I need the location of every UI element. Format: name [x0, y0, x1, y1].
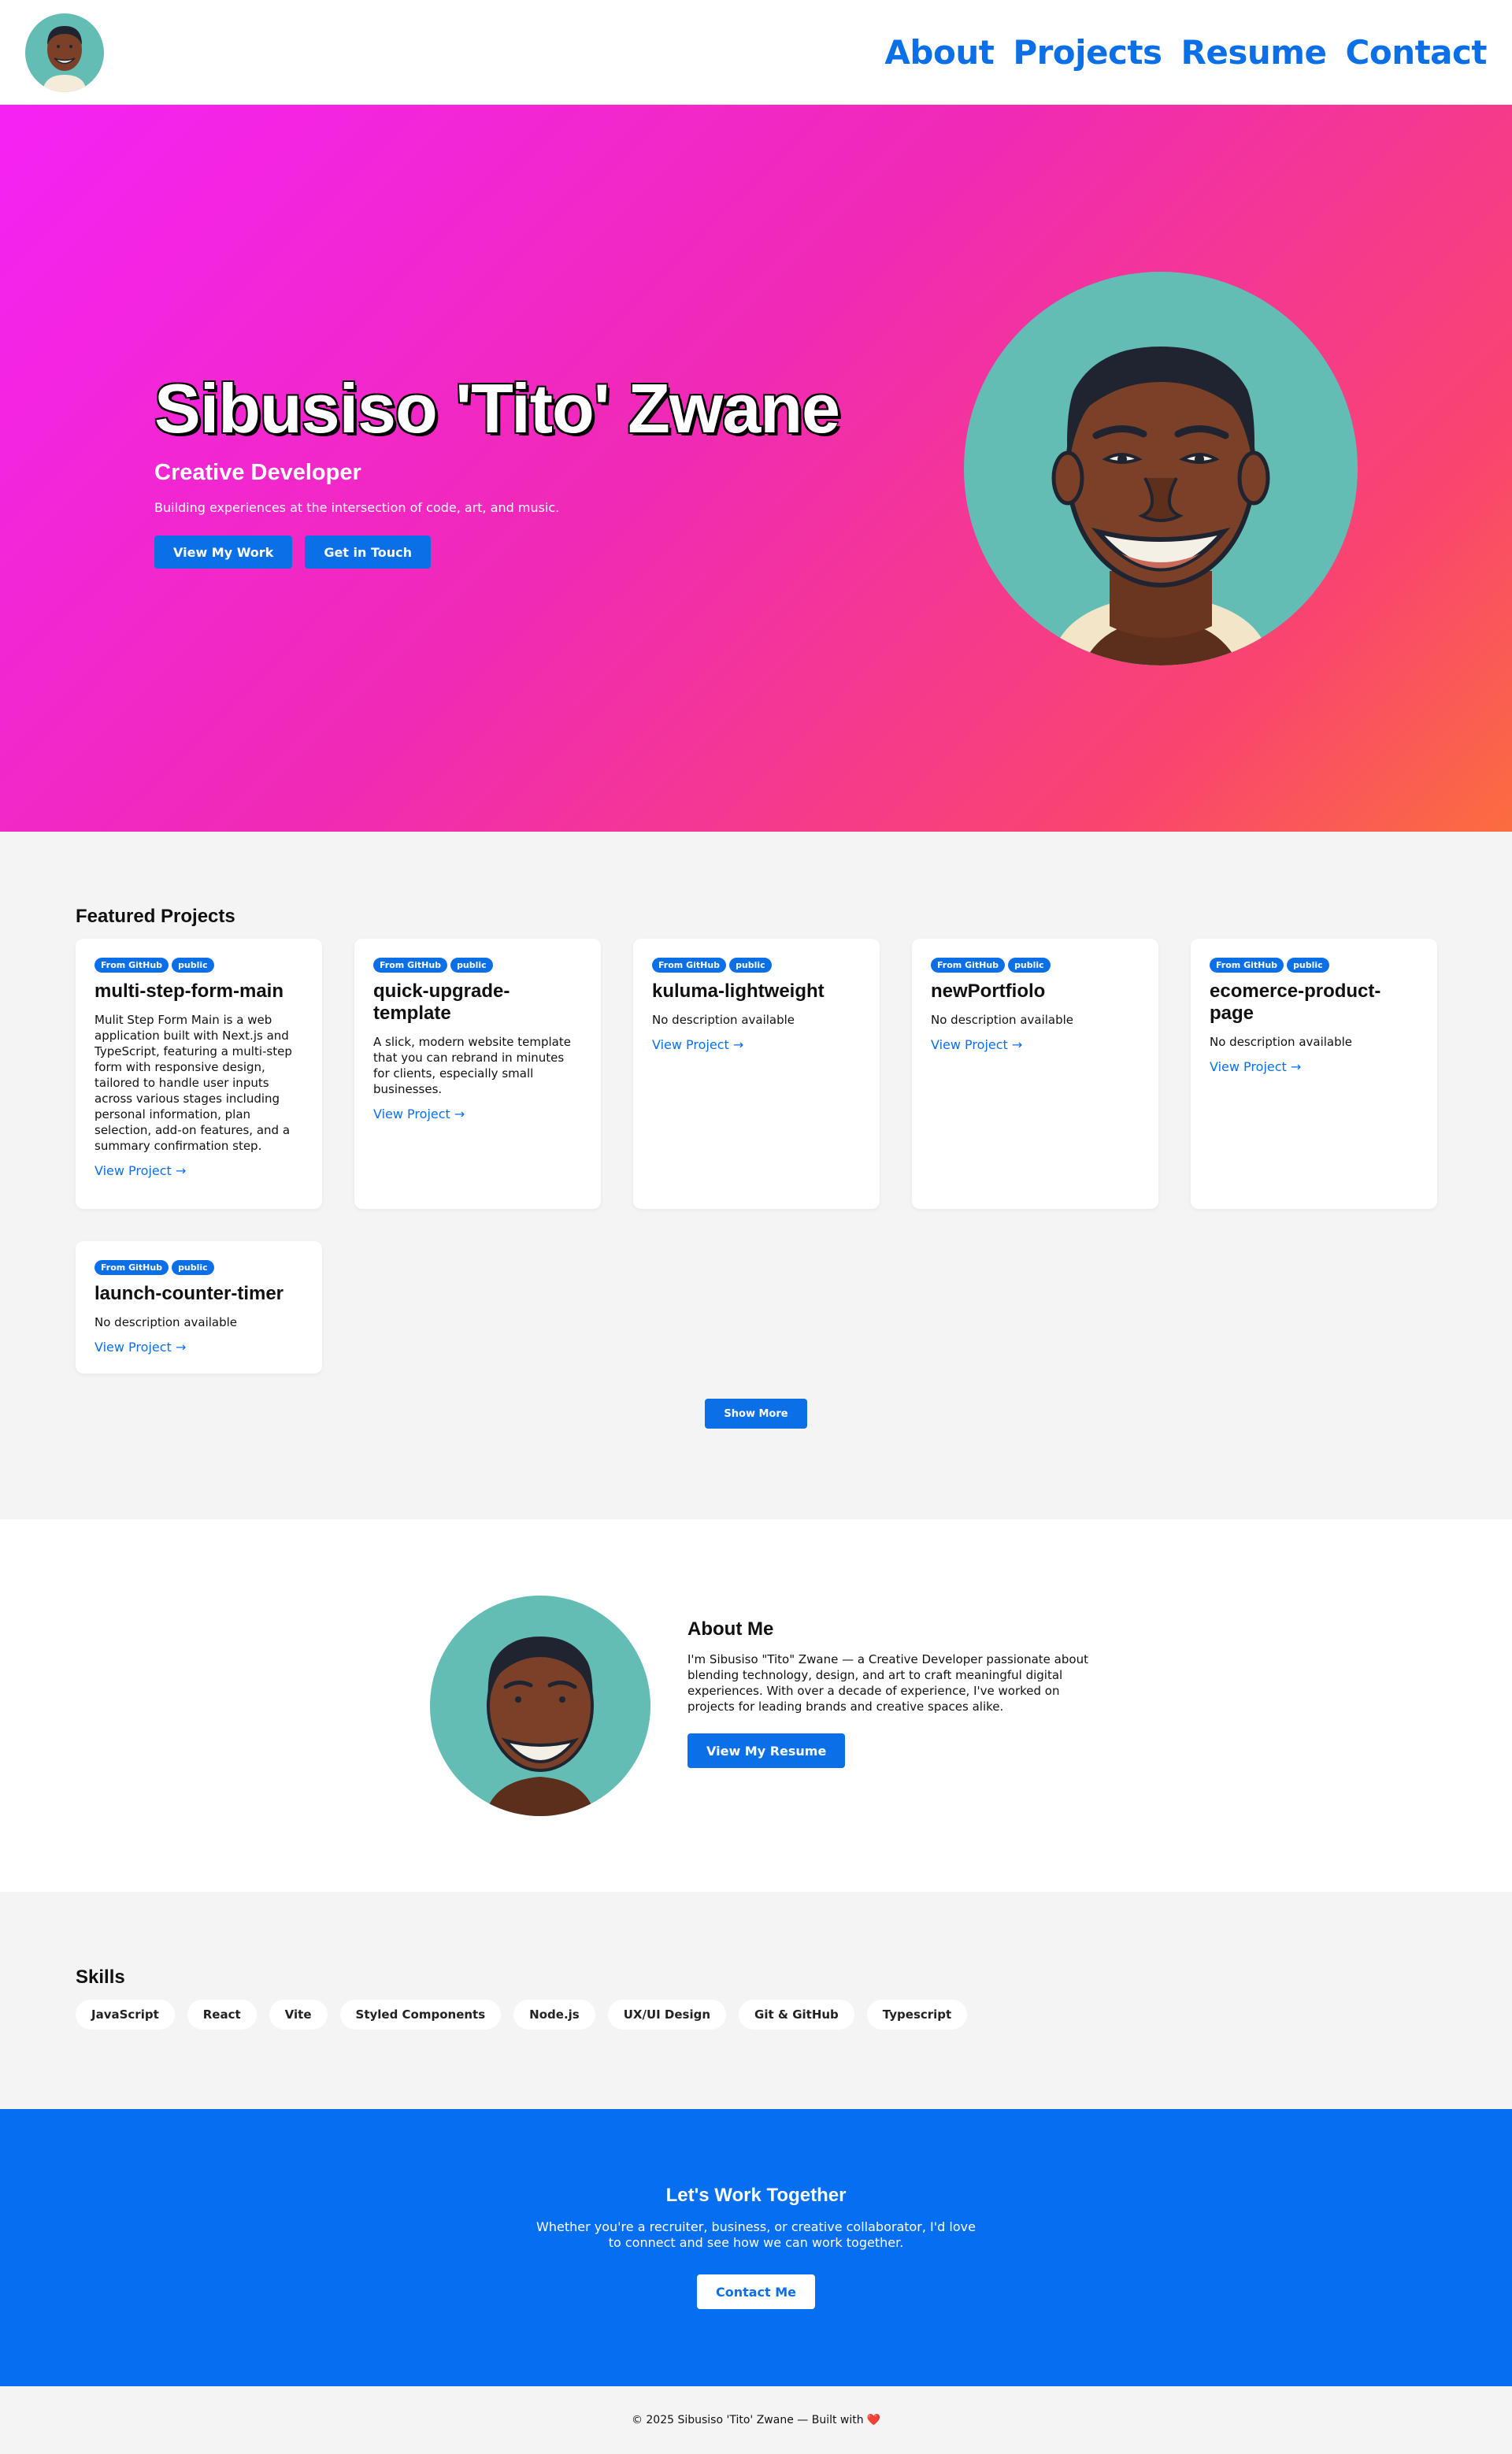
- get-in-touch-button[interactable]: Get in Touch: [305, 536, 432, 569]
- project-card: From GitHub public kuluma-lightweight No…: [633, 939, 880, 1209]
- project-description: A slick, modern website template that yo…: [373, 1035, 571, 1096]
- github-badge: From GitHub: [652, 958, 727, 973]
- portrait-illustration-icon: [430, 1596, 650, 1816]
- project-title: quick-upgrade-template: [373, 980, 510, 1024]
- project-card: From GitHub public multi-step-form-main …: [76, 939, 322, 1209]
- skill-chip: Typescript: [866, 2000, 968, 2030]
- hero-text: Sibusiso 'Tito' Zwane Creative Developer…: [154, 369, 863, 569]
- nav-link-projects[interactable]: Projects: [1013, 33, 1162, 72]
- view-my-work-button[interactable]: View My Work: [154, 536, 293, 569]
- skill-chip: Node.js: [513, 2000, 595, 2030]
- project-badges: From GitHub public: [373, 958, 582, 973]
- portrait-illustration-icon: [964, 272, 1358, 665]
- hero-buttons: View My Work Get in Touch: [154, 536, 863, 569]
- about-section: About Me I'm Sibusiso "Tito" Zwane — a C…: [0, 1519, 1512, 1892]
- github-badge: From GitHub: [1210, 958, 1284, 973]
- show-more-wrapper: Show More: [76, 1399, 1436, 1429]
- view-resume-button[interactable]: View My Resume: [687, 1733, 846, 1768]
- project-description: No description available: [652, 1013, 795, 1027]
- hero-section: Sibusiso 'Tito' Zwane Creative Developer…: [0, 105, 1512, 832]
- cta-text: Whether you're a recruiter, business, or…: [536, 2219, 976, 2250]
- contact-me-button[interactable]: Contact Me: [696, 2274, 816, 2309]
- skill-chip: JavaScript: [76, 2000, 175, 2030]
- projects-heading: Featured Projects: [76, 906, 235, 927]
- cta-section: Let's Work Together Whether you're a rec…: [0, 2109, 1512, 2386]
- public-badge: public: [172, 958, 214, 973]
- hero-tagline: Building experiences at the intersection…: [154, 500, 560, 515]
- public-badge: public: [1287, 958, 1329, 973]
- view-project-link[interactable]: View Project →: [931, 1037, 1022, 1052]
- project-card: From GitHub public ecomerce-product-page…: [1191, 939, 1437, 1209]
- show-more-button[interactable]: Show More: [705, 1399, 807, 1429]
- skill-chip: Styled Components: [339, 2000, 502, 2030]
- project-description: No description available: [1210, 1035, 1353, 1049]
- hero-portrait: [964, 272, 1358, 665]
- skill-chip: React: [187, 2000, 257, 2030]
- heart-icon: ❤️: [866, 2414, 881, 2426]
- nav-avatar-logo[interactable]: [25, 13, 104, 92]
- github-badge: From GitHub: [373, 958, 448, 973]
- about-title: About Me: [687, 1618, 774, 1640]
- skills-heading: Skills: [76, 1967, 125, 1988]
- view-project-link[interactable]: View Project →: [652, 1037, 743, 1052]
- project-description: No description available: [931, 1013, 1074, 1027]
- project-title: multi-step-form-main: [94, 980, 284, 1002]
- hero-role: Creative Developer: [154, 460, 361, 485]
- nav-link-about[interactable]: About: [884, 33, 994, 72]
- project-title: launch-counter-timer: [94, 1283, 284, 1304]
- project-description: No description available: [94, 1315, 238, 1329]
- avatar-icon: [25, 13, 104, 92]
- project-title: kuluma-lightweight: [652, 980, 825, 1002]
- cta-title: Let's Work Together: [665, 2185, 847, 2206]
- project-card: From GitHub public launch-counter-timer …: [76, 1241, 322, 1373]
- nav-links: About Projects Resume Contact: [884, 33, 1487, 72]
- about-portrait: [430, 1596, 650, 1816]
- project-title: ecomerce-product-page: [1210, 980, 1381, 1024]
- nav-link-contact[interactable]: Contact: [1346, 33, 1488, 72]
- project-badges: From GitHub public: [94, 1260, 303, 1275]
- skills-list: JavaScript React Vite Styled Components …: [76, 2000, 1436, 2030]
- hero-name: Sibusiso 'Tito' Zwane: [154, 369, 840, 447]
- about-text: About Me I'm Sibusiso "Tito" Zwane — a C…: [687, 1618, 1097, 1768]
- project-title: newPortfiolo: [931, 980, 1046, 1002]
- github-badge: From GitHub: [94, 958, 169, 973]
- skill-chip: Git & GitHub: [739, 2000, 854, 2030]
- view-project-link[interactable]: View Project →: [1210, 1059, 1301, 1074]
- view-project-link[interactable]: View Project →: [94, 1163, 186, 1178]
- public-badge: public: [450, 958, 493, 973]
- project-badges: From GitHub public: [1210, 958, 1418, 973]
- skills-section: Skills JavaScript React Vite Styled Comp…: [0, 1892, 1512, 2109]
- about-body: I'm Sibusiso "Tito" Zwane — a Creative D…: [687, 1652, 1088, 1714]
- footer: © 2025 Sibusiso 'Tito' Zwane — Built wit…: [0, 2386, 1512, 2454]
- nav-link-resume[interactable]: Resume: [1181, 33, 1327, 72]
- view-project-link[interactable]: View Project →: [373, 1107, 465, 1121]
- footer-text: © 2025 Sibusiso 'Tito' Zwane — Built wit…: [631, 2414, 864, 2426]
- public-badge: public: [729, 958, 772, 973]
- skill-chip: Vite: [269, 2000, 328, 2030]
- project-badges: From GitHub public: [94, 958, 303, 973]
- github-badge: From GitHub: [931, 958, 1006, 973]
- public-badge: public: [172, 1260, 214, 1275]
- project-card: From GitHub public quick-upgrade-templat…: [354, 939, 601, 1209]
- project-description: Mulit Step Form Main is a web applicatio…: [94, 1013, 292, 1153]
- projects-section: Featured Projects From GitHub public mul…: [0, 832, 1512, 1519]
- view-project-link[interactable]: View Project →: [94, 1340, 186, 1355]
- top-navigation: About Projects Resume Contact: [0, 0, 1512, 105]
- github-badge: From GitHub: [94, 1260, 169, 1275]
- project-badges: From GitHub public: [931, 958, 1140, 973]
- project-badges: From GitHub public: [652, 958, 861, 973]
- public-badge: public: [1008, 958, 1051, 973]
- project-card: From GitHub public newPortfiolo No descr…: [912, 939, 1158, 1209]
- projects-grid: From GitHub public multi-step-form-main …: [76, 939, 1437, 1373]
- skill-chip: UX/UI Design: [607, 2000, 727, 2030]
